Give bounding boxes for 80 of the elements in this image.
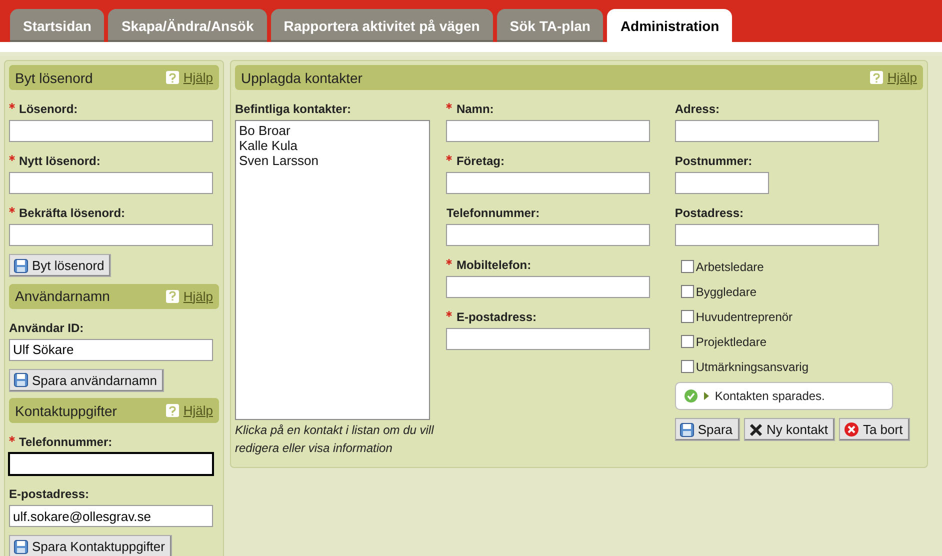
checkbox[interactable] [680,285,694,298]
field-label: Namn: [456,102,494,116]
contact-list[interactable]: Bo Broar Kalle Kula Sven Larsson [235,120,430,420]
field-label: Nytt lösenord: [19,154,100,168]
field-label: E-postadress: [456,310,536,324]
new-contact-button[interactable]: Ny kontakt [744,418,835,441]
input-field[interactable] [446,276,650,298]
panel-title: Kontaktuppgifter [15,402,117,418]
field-label: Postnummer: [674,154,752,168]
save-icon [14,258,28,272]
list-item[interactable]: Sven Larsson [238,153,427,168]
delete-icon [844,422,859,437]
required-icon [9,103,15,109]
x-icon [748,422,763,436]
checkbox-label: Huvudentreprenör [696,310,793,324]
input-field[interactable] [446,328,650,350]
field-label: Telefonnummer: [19,435,112,449]
panel-title: Upplagda kontakter [241,70,362,86]
field-label: Telefonnummer: [446,206,540,220]
required-icon [446,103,452,109]
help-icon [166,404,180,417]
delete-button[interactable]: Ta bort [838,418,910,441]
input-field[interactable] [9,224,213,246]
input-field[interactable] [446,224,650,246]
panel-title: Användarnamn [15,288,110,304]
field-label: Adress: [674,102,720,116]
required-icon [446,155,452,161]
required-icon [9,436,15,442]
input-field[interactable] [674,224,879,246]
field-label: E-postadress: [9,487,90,501]
triangle-icon [704,392,709,400]
check-icon [684,389,698,403]
help-link[interactable]: Hjälp [183,70,213,85]
required-icon [9,155,15,161]
input-field[interactable] [9,453,213,475]
required-icon [446,259,452,265]
field-label: Mobiltelefon: [456,258,532,272]
help-icon [166,290,180,302]
save-icon [680,422,694,436]
message-text: Kontakten sparades. [714,389,825,403]
required-icon [9,207,15,213]
checkbox[interactable] [680,360,694,373]
input-field[interactable] [9,120,213,142]
input-field[interactable]: Ulf Sökare [9,338,213,360]
checkbox-label: Arbetsledare [696,260,764,274]
input-field[interactable] [674,120,879,142]
save-button[interactable]: Byt lösenord [9,254,112,277]
list-item[interactable]: Kalle Kula [238,138,427,153]
help-icon [166,71,180,84]
field-label: Bekräfta lösenord: [19,206,126,220]
input-field[interactable] [674,172,769,194]
nav-tab[interactable]: Administration [607,9,732,42]
input-field[interactable] [446,172,650,194]
field-label: Postadress: [674,206,744,220]
input-field[interactable] [446,120,650,142]
panel-title: Byt lösenord [15,70,93,86]
hint-text: Klicka på en kontakt i listan om du vill redigera eller visa information [235,422,435,457]
checkbox-label: Utmärkningsansvarig [696,360,809,374]
save-button[interactable]: Spara [674,418,740,441]
field-label: Lösenord: [19,102,78,116]
help-link[interactable]: Hjälp [183,288,213,304]
checkbox[interactable] [680,260,694,273]
list-item[interactable]: Bo Broar [238,123,427,138]
help-icon [870,71,884,84]
field-label: Befintliga kontakter: [235,102,352,116]
checkbox[interactable] [680,335,694,348]
field-label: Företag: [456,154,504,168]
required-icon [446,311,452,317]
save-button[interactable]: Spara användarnamn [9,368,164,392]
checkbox-label: Projektledare [696,334,767,348]
save-icon [14,373,28,387]
field-label: Användar ID: [9,320,84,334]
help-link[interactable]: Hjälp [887,70,917,85]
checkbox-label: Byggledare [696,284,757,298]
save-button[interactable]: Spara Kontaktuppgifter [9,535,172,556]
input-field[interactable]: ulf.sokare@ollesgrav.se [9,505,213,527]
input-field[interactable] [9,172,213,194]
save-icon [14,540,28,554]
help-link[interactable]: Hjälp [183,403,213,418]
checkbox[interactable] [680,310,694,323]
